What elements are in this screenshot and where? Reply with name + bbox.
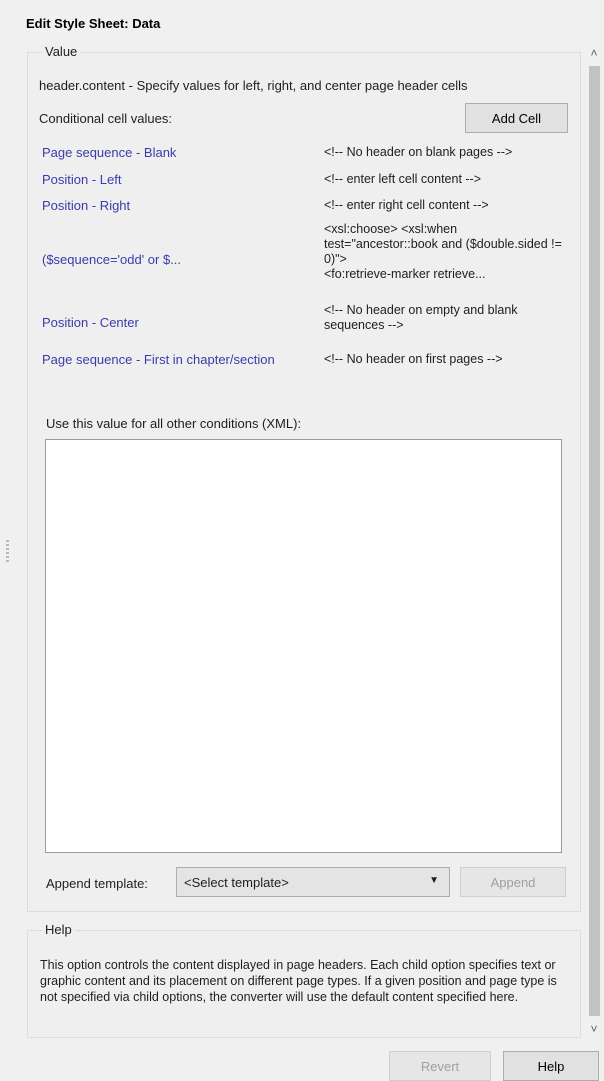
condition-row[interactable]: ($sequence='odd' or $... <xsl:choose> <x… [42,222,572,294]
condition-value: <!-- No header on blank pages --> [324,145,513,159]
condition-value: <!-- enter left cell content --> [324,172,482,186]
vertical-scrollbar[interactable]: ˄ ˅ [586,42,602,1040]
condition-name-link[interactable]: Position - Center [42,315,139,330]
condition-name-link[interactable]: Page sequence - Blank [42,145,176,160]
append-button[interactable]: Append [460,867,566,897]
chevron-down-icon[interactable]: ˅ [586,1018,602,1040]
condition-row[interactable]: Position - Center <!-- No header on empt… [42,303,572,341]
dropdown-arrow-icon: ▼ [429,875,439,886]
condition-name-link[interactable]: Position - Left [42,172,122,187]
dialog-title: Edit Style Sheet: Data [26,16,161,31]
value-legend: Value [42,44,81,59]
condition-name-link[interactable]: ($sequence='odd' or $... [42,252,181,267]
help-legend: Help [42,922,75,937]
default-value-label: Use this value for all other conditions … [46,416,302,431]
help-group: Help This option controls the content di… [27,922,581,1038]
help-button[interactable]: Help [503,1051,599,1081]
resize-grip[interactable] [6,540,9,562]
condition-row[interactable]: Page sequence - Blank <!-- No header on … [42,145,572,167]
condition-row[interactable]: Position - Left <!-- enter left cell con… [42,172,572,194]
condition-value: <!-- enter right cell content --> [324,198,489,212]
conditional-values-label: Conditional cell values: [39,111,172,126]
revert-button[interactable]: Revert [389,1051,491,1081]
template-select[interactable]: <Select template> ▼ [176,867,450,897]
condition-value: <!-- No header on empty and blank sequen… [324,303,518,332]
condition-value: <xsl:choose> <xsl:when test="ancestor::b… [324,222,562,281]
condition-name-link[interactable]: Page sequence - First in chapter/section [42,352,275,367]
condition-row[interactable]: Page sequence - First in chapter/section… [42,352,572,374]
default-xml-textarea[interactable] [45,439,562,853]
condition-value: <!-- No header on first pages --> [324,352,503,366]
add-cell-button[interactable]: Add Cell [465,103,568,133]
condition-name-link[interactable]: Position - Right [42,198,130,213]
scroll-thumb[interactable] [589,66,600,1016]
condition-row[interactable]: Position - Right <!-- enter right cell c… [42,198,572,220]
chevron-up-icon[interactable]: ˄ [586,42,602,64]
property-description: header.content - Specify values for left… [39,78,468,93]
template-select-value: <Select template> [184,874,289,890]
help-text: This option controls the content display… [40,958,557,1004]
value-group: Value header.content - Specify values fo… [27,44,581,912]
append-template-label: Append template: [46,876,148,891]
